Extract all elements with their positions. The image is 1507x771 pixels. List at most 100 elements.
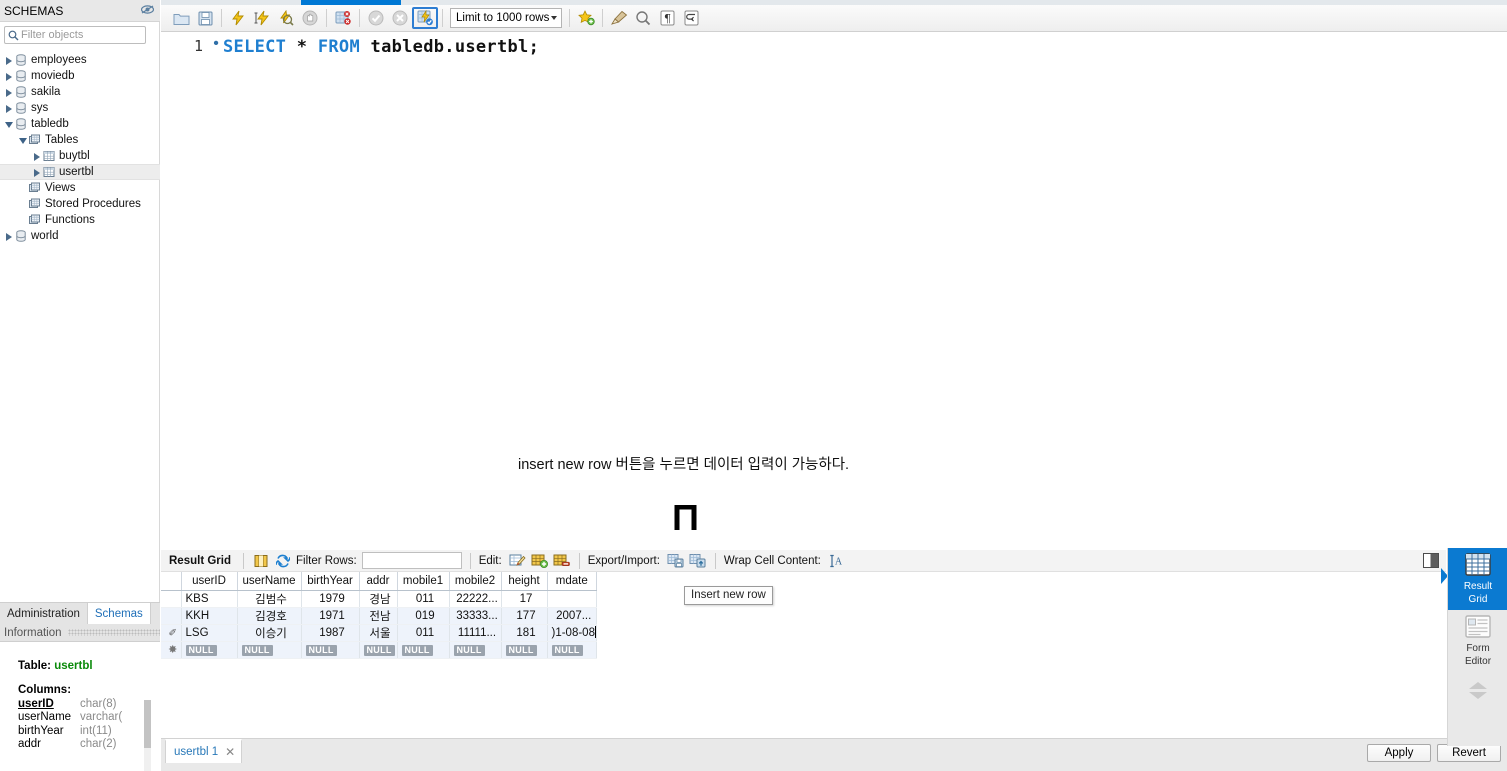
table-cell[interactable]: 전남 xyxy=(359,607,398,625)
info-scrollbar[interactable] xyxy=(144,700,151,771)
table-cell[interactable]: 서울 xyxy=(359,624,398,642)
schema-tree-item-tabledb[interactable]: tabledb xyxy=(0,116,160,132)
bookmark-icon[interactable] xyxy=(574,7,598,29)
result-grid[interactable]: userID userName birthYear addr mobile1 mobile… xyxy=(161,572,1446,735)
schema-tree-item-functions[interactable]: Functions xyxy=(0,212,160,228)
table-cell[interactable] xyxy=(547,590,597,608)
sql-statement-text[interactable]: SELECT * FROM tabledb.usertbl; xyxy=(223,37,539,57)
chevron-down-icon[interactable] xyxy=(18,135,29,146)
column-header-mdate[interactable]: mdate xyxy=(547,572,597,591)
schema-tree-item-stored-procedures[interactable]: Stored Procedures xyxy=(0,196,160,212)
revert-button[interactable]: Revert xyxy=(1437,744,1501,762)
explain-statement-icon[interactable] xyxy=(274,7,298,29)
row-limit-select[interactable]: Limit to 1000 rows xyxy=(450,8,562,28)
apply-button[interactable]: Apply xyxy=(1367,744,1431,762)
schema-tree-item-usertbl[interactable]: usertbl xyxy=(0,164,160,180)
refresh-icon[interactable] xyxy=(272,551,294,571)
chevron-right-icon[interactable] xyxy=(4,231,15,242)
chevron-right-icon[interactable] xyxy=(4,87,15,98)
table-cell[interactable]: )1-08-08 xyxy=(547,624,597,642)
schema-tree-item-moviedb[interactable]: moviedb xyxy=(0,68,160,84)
table-cell[interactable]: 22222... xyxy=(449,590,502,608)
save-sql-script-icon[interactable] xyxy=(193,7,217,29)
row-selector-cell[interactable] xyxy=(161,607,182,625)
table-row[interactable]: KBS 김범수 1979 경남 011 22222... 17 xyxy=(161,590,597,608)
execute-statement-icon[interactable] xyxy=(226,7,250,29)
pencil-edit-icon[interactable]: ✐ xyxy=(161,624,182,642)
column-header-userName[interactable]: userName xyxy=(237,572,302,591)
column-header-addr[interactable]: addr xyxy=(359,572,398,591)
toggle-stop-on-error-icon[interactable] xyxy=(331,7,355,29)
chevron-down-icon[interactable] xyxy=(1469,692,1487,699)
left-panel-tab-schemas[interactable]: Schemas xyxy=(87,603,151,624)
schema-tree-item-sakila[interactable]: sakila xyxy=(0,84,160,100)
result-tab-usertbl[interactable]: usertbl 1 ✕ xyxy=(165,739,243,763)
commit-icon[interactable] xyxy=(364,7,388,29)
chevron-right-icon[interactable] xyxy=(4,71,15,82)
row-selector-cell[interactable] xyxy=(161,590,182,608)
table-cell[interactable]: 1971 xyxy=(301,607,360,625)
find-icon[interactable] xyxy=(631,7,655,29)
toggle-autocommit-icon[interactable] xyxy=(412,7,438,29)
table-cell[interactable]: NULL xyxy=(301,641,360,659)
edit-cell-icon[interactable] xyxy=(507,551,529,571)
sql-editor[interactable]: 1 • SELECT * FROM tabledb.usertbl; inser… xyxy=(161,32,1507,530)
left-panel-tab-administration[interactable]: Administration xyxy=(0,603,88,624)
table-cell[interactable]: NULL xyxy=(359,641,398,659)
table-cell[interactable]: 1987 xyxy=(301,624,360,642)
delete-row-icon[interactable] xyxy=(551,551,573,571)
rollback-icon[interactable] xyxy=(388,7,412,29)
table-cell[interactable]: NULL xyxy=(547,641,597,659)
table-cell[interactable]: NULL xyxy=(181,641,238,659)
chevron-down-icon[interactable] xyxy=(4,119,15,130)
chevron-right-icon[interactable] xyxy=(4,103,15,114)
table-cell[interactable]: NULL xyxy=(449,641,502,659)
column-header-height[interactable]: height xyxy=(501,572,548,591)
table-cell[interactable]: 17 xyxy=(501,590,548,608)
table-row[interactable]: KKH 김경호 1971 전남 019 33333... 177 2007... xyxy=(161,607,597,625)
table-row[interactable]: ✸ NULL NULL NULL NULL NULL NULL NULL NULL xyxy=(161,641,597,659)
chevron-up-icon[interactable] xyxy=(1469,682,1487,689)
schema-tree-item-employees[interactable]: employees xyxy=(0,52,160,68)
filter-rows-input[interactable] xyxy=(361,552,462,569)
table-cell[interactable]: 김범수 xyxy=(237,590,302,608)
table-cell[interactable]: NULL xyxy=(501,641,548,659)
table-cell[interactable]: 019 xyxy=(397,607,450,625)
view-tab-form-editor[interactable]: Form Editor xyxy=(1448,610,1507,672)
table-cell[interactable]: 김경호 xyxy=(237,607,302,625)
table-cell[interactable]: KKH xyxy=(181,607,238,625)
table-cell[interactable]: 011 xyxy=(397,590,450,608)
table-cell[interactable]: LSG xyxy=(181,624,238,642)
execute-current-statement-icon[interactable] xyxy=(250,7,274,29)
table-cell[interactable]: 181 xyxy=(501,624,548,642)
schema-tree-item-sys[interactable]: sys xyxy=(0,100,160,116)
table-cell[interactable]: 177 xyxy=(501,607,548,625)
schema-tree-item-world[interactable]: world xyxy=(0,228,160,244)
table-cell[interactable]: KBS xyxy=(181,590,238,608)
open-sql-script-icon[interactable] xyxy=(169,7,193,29)
wrap-cell-icon[interactable]: A xyxy=(826,551,848,571)
stop-execution-icon[interactable] xyxy=(298,7,322,29)
import-recordset-icon[interactable] xyxy=(687,551,709,571)
chevron-right-icon[interactable] xyxy=(32,167,43,178)
new-row-star-icon[interactable]: ✸ xyxy=(161,641,182,659)
table-cell[interactable]: NULL xyxy=(237,641,302,659)
schema-tree-item-tables[interactable]: Tables xyxy=(0,132,160,148)
eye-icon[interactable] xyxy=(140,4,155,18)
chevron-right-icon[interactable] xyxy=(32,151,43,162)
table-cell[interactable]: 011 xyxy=(397,624,450,642)
grid-corner-cell[interactable] xyxy=(161,572,182,591)
collapse-sidebar-icon[interactable] xyxy=(1423,553,1439,568)
table-cell[interactable]: NULL xyxy=(397,641,450,659)
view-tab-result-grid[interactable]: Result Grid xyxy=(1448,548,1507,610)
toggle-invisible-chars-icon[interactable]: ¶ xyxy=(655,7,679,29)
schema-tree-item-views[interactable]: Views xyxy=(0,180,160,196)
column-header-mobile2[interactable]: mobile2 xyxy=(449,572,502,591)
column-header-birthYear[interactable]: birthYear xyxy=(301,572,360,591)
table-cell[interactable]: 경남 xyxy=(359,590,398,608)
schema-tree-item-buytbl[interactable]: buytbl xyxy=(0,148,160,164)
grid-columns-icon[interactable] xyxy=(250,551,272,571)
beautify-query-icon[interactable] xyxy=(607,7,631,29)
table-cell[interactable]: 이승기 xyxy=(237,624,302,642)
table-cell[interactable]: 1979 xyxy=(301,590,360,608)
